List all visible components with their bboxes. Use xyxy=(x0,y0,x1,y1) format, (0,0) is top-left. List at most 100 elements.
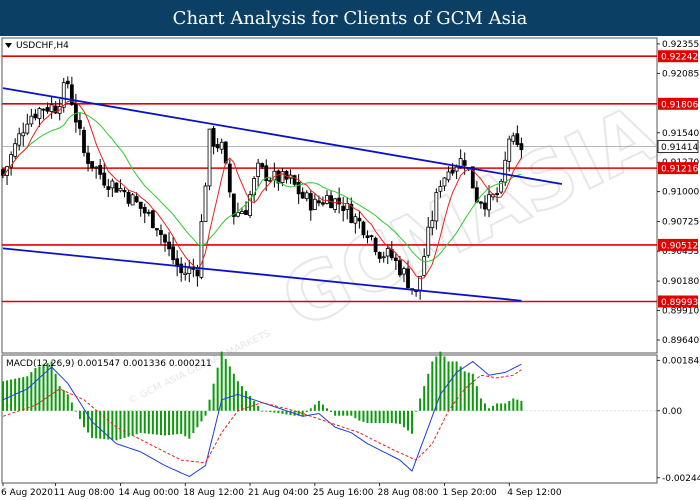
candle-body xyxy=(215,144,220,149)
candle-body xyxy=(240,211,244,215)
candle-body xyxy=(134,196,139,203)
macd-histogram-bar xyxy=(394,410,397,424)
candle-body xyxy=(244,210,248,215)
candle-body xyxy=(110,180,115,189)
macd-histogram-bar xyxy=(151,410,154,435)
macd-histogram-bar xyxy=(305,410,308,413)
candle-body xyxy=(276,170,281,184)
macd-histogram-bar xyxy=(269,410,272,413)
candle-body xyxy=(195,269,200,277)
time-axis-label: 14 Aug 00:00 xyxy=(118,488,179,498)
time-axis-label: 18 Aug 12:00 xyxy=(183,488,244,498)
candle-body xyxy=(369,235,374,238)
macd-histogram-bar xyxy=(447,361,450,411)
candle-body xyxy=(385,248,390,257)
macd-histogram-bar xyxy=(330,410,333,413)
macd-histogram-bar xyxy=(172,410,175,435)
candle-body xyxy=(483,202,487,210)
macd-histogram-bar xyxy=(208,399,211,411)
macd-histogram-bar xyxy=(459,366,462,411)
candle-body xyxy=(507,138,512,162)
candle-body xyxy=(308,193,313,211)
macd-histogram-bar xyxy=(439,351,442,411)
macd-histogram-bar xyxy=(196,410,199,428)
candle-body xyxy=(333,198,338,210)
macd-histogram-bar xyxy=(147,410,150,434)
candle-body xyxy=(304,192,309,200)
candle-body xyxy=(260,163,265,168)
macd-histogram-bar xyxy=(455,361,458,411)
time-axis-label: 1 Sep 20:00 xyxy=(442,488,497,498)
macd-histogram-bar xyxy=(520,400,523,411)
candle-body xyxy=(17,133,22,146)
candle-body xyxy=(450,169,455,174)
candle-body xyxy=(426,226,431,256)
macd-histogram-bar xyxy=(374,410,377,424)
macd-histogram-bar xyxy=(135,410,138,435)
candle-body xyxy=(321,202,325,205)
macd-histogram-bar xyxy=(30,372,33,411)
candle-body xyxy=(402,268,406,275)
macd-histogram-bar xyxy=(354,410,357,419)
macd-histogram-bar xyxy=(479,398,482,411)
candle-body xyxy=(154,228,159,231)
candle-body xyxy=(118,188,123,192)
candle-body xyxy=(316,200,321,204)
macd-histogram-bar xyxy=(184,410,187,437)
price-axis-label: 0.92355 xyxy=(662,40,699,50)
macd-histogram-bar xyxy=(334,410,337,416)
macd-histogram-bar xyxy=(143,410,146,434)
macd-histogram-bar xyxy=(74,410,77,412)
macd-histogram-bar xyxy=(431,361,434,411)
macd-histogram-bar xyxy=(10,379,13,411)
macd-histogram-bar xyxy=(415,410,418,412)
candle-body xyxy=(142,206,147,214)
macd-histogram-bar xyxy=(492,405,495,411)
macd-histogram-bar xyxy=(273,410,276,413)
candle-body xyxy=(163,234,167,243)
candle-body xyxy=(29,115,34,125)
candle-body xyxy=(187,267,192,275)
macd-histogram-bar xyxy=(313,404,316,411)
time-axis-label: 25 Aug 16:00 xyxy=(313,488,374,498)
macd-histogram-bar xyxy=(91,410,94,438)
candle-body xyxy=(90,161,94,169)
candle-body xyxy=(45,107,50,112)
candle-body xyxy=(82,130,86,153)
candle-body xyxy=(150,210,155,229)
candle-body xyxy=(365,235,370,238)
macd-histogram-bar xyxy=(496,403,499,411)
macd-histogram-bar xyxy=(504,403,507,411)
candle-body xyxy=(171,246,176,261)
macd-histogram-bar xyxy=(257,405,260,411)
macd-histogram-bar xyxy=(66,394,69,411)
macd-histogram-bar xyxy=(115,410,118,441)
candle-body xyxy=(503,159,508,183)
macd-histogram-bar xyxy=(500,403,503,411)
candle-body xyxy=(86,152,90,164)
candle-body xyxy=(227,163,232,193)
candle-body xyxy=(167,241,171,250)
candle-body xyxy=(280,171,285,183)
candle-body xyxy=(146,211,151,214)
macd-histogram-bar xyxy=(321,404,324,411)
candle-body xyxy=(37,108,42,119)
candle-body xyxy=(235,212,240,217)
macd-histogram-bar xyxy=(265,410,268,412)
macd-histogram-bar xyxy=(22,377,25,411)
macd-histogram-bar xyxy=(317,400,320,411)
macd-histogram-bar xyxy=(38,366,41,411)
macd-histogram-bar xyxy=(212,383,215,411)
macd-histogram-bar xyxy=(99,410,102,439)
macd-histogram-bar xyxy=(164,410,166,436)
price-axis-label: 0.89640 xyxy=(662,336,699,346)
candle-body xyxy=(292,175,297,185)
candle-body xyxy=(519,143,524,151)
candle-body xyxy=(296,182,301,195)
macd-histogram-bar xyxy=(42,364,45,411)
candle-body xyxy=(462,160,467,166)
macd-axis-label: 0.001843 xyxy=(662,356,700,366)
candle-body xyxy=(397,260,402,276)
candle-body xyxy=(219,141,224,150)
macd-histogram-bar xyxy=(407,410,409,431)
